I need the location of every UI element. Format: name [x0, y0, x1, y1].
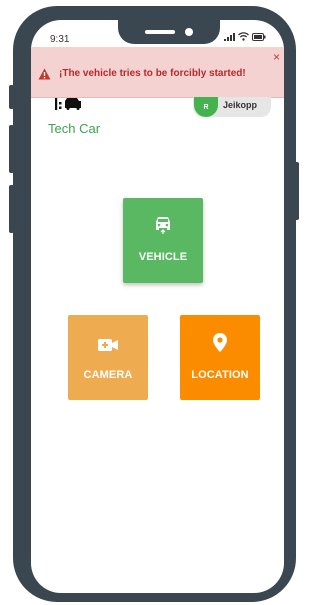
alert-close-button[interactable]: × [273, 51, 280, 63]
car-icon [55, 97, 81, 115]
video-camera-icon [98, 338, 118, 356]
status-time: 9:31 [50, 34, 70, 45]
vehicle-button[interactable]: VEHICLE [123, 198, 203, 283]
user-name[interactable]: Jeikopp [223, 100, 257, 110]
front-camera [185, 28, 193, 36]
app-screen: 9:31 ¡The vehicle tries to be forcibly s… [31, 20, 284, 593]
car-lock-icon [153, 214, 173, 239]
battery-icon [252, 33, 266, 41]
warning-icon [38, 67, 51, 85]
map-pin-icon [213, 333, 227, 357]
alert-message: ¡The vehicle tries to be forcibly starte… [59, 68, 246, 79]
speaker-grille [145, 30, 175, 34]
phone-mockup: 9:31 ¡The vehicle tries to be forcibly s… [0, 0, 301, 605]
wifi-icon [238, 32, 249, 41]
signal-icon [224, 33, 235, 41]
alert-banner: ¡The vehicle tries to be forcibly starte… [31, 47, 284, 98]
camera-label: CAMERA [83, 369, 133, 381]
location-label: LOCATION [191, 369, 249, 381]
vehicle-label: VEHICLE [138, 251, 188, 263]
location-button[interactable]: LOCATION [180, 315, 260, 400]
status-icons [224, 32, 266, 41]
brand-name: Tech Car [48, 121, 101, 136]
camera-button[interactable]: CAMERA [68, 315, 148, 400]
phone-notch [118, 20, 220, 44]
